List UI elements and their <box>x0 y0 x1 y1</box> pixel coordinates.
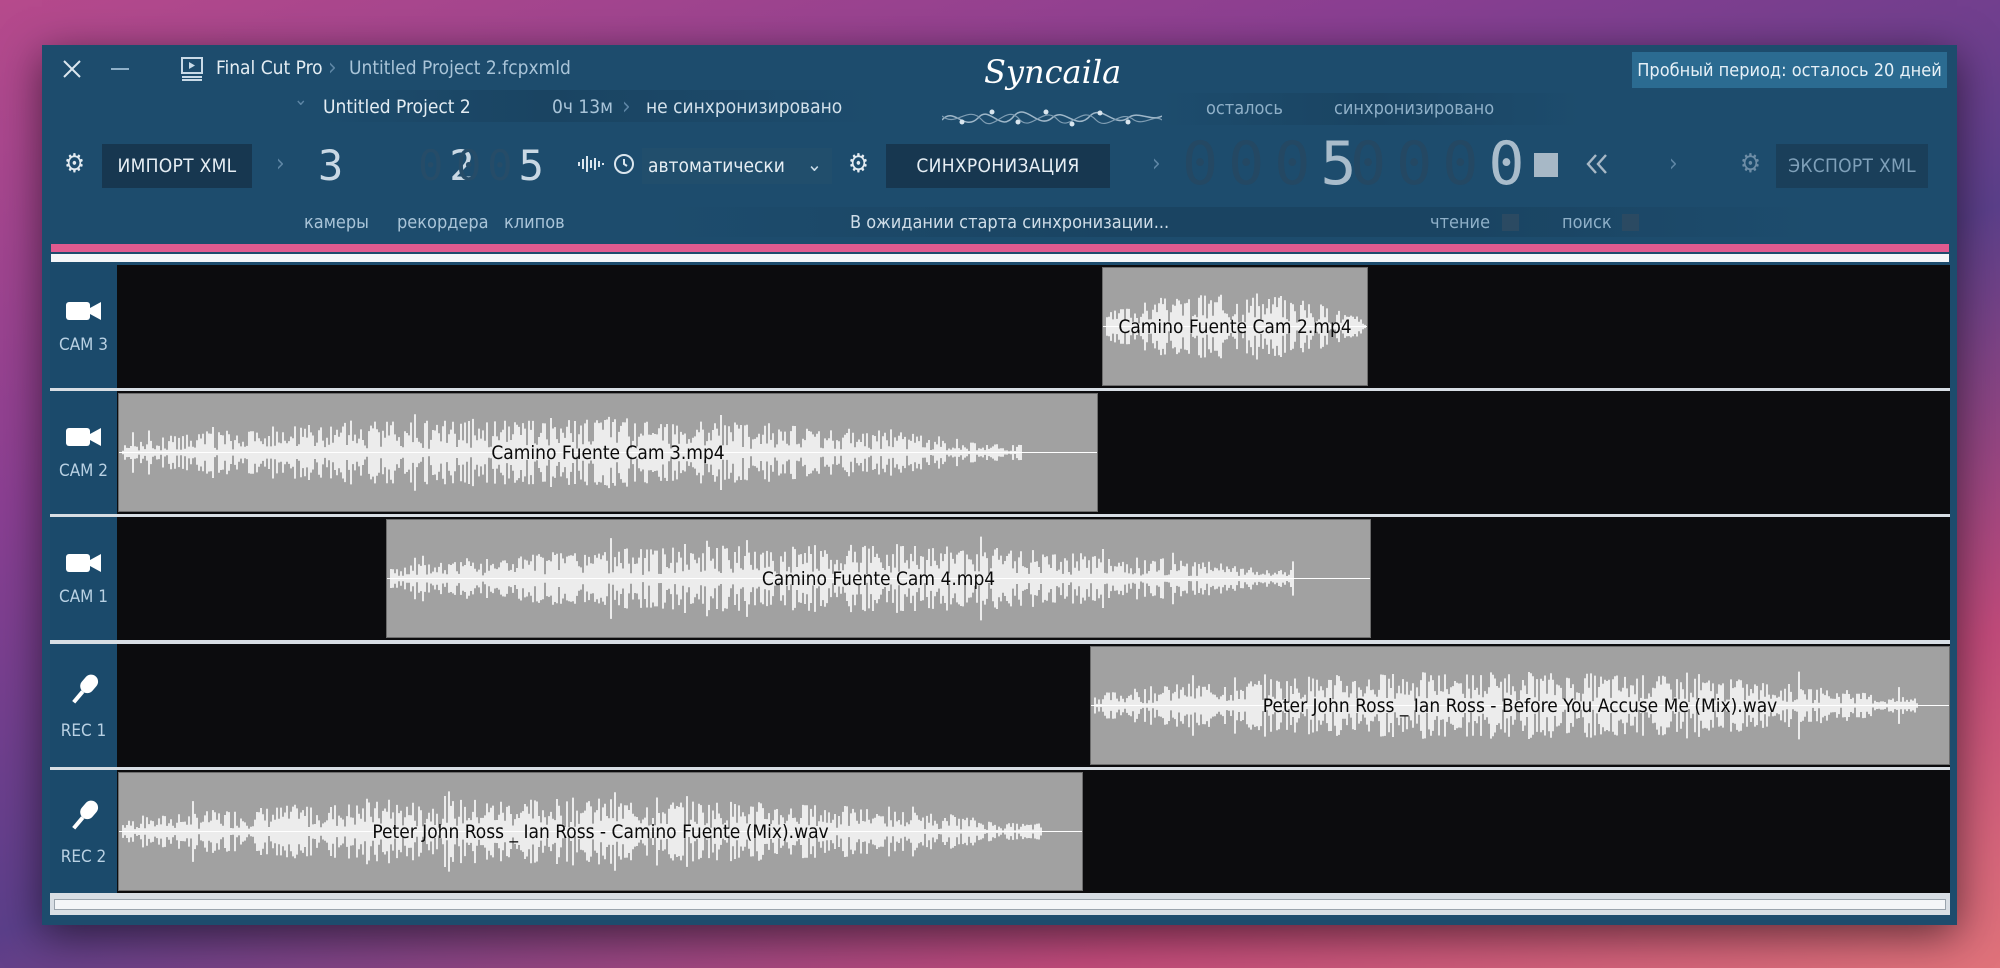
cameras-counter: 3 <box>318 141 349 190</box>
track-header-cam-2[interactable]: CAM 2 <box>50 391 117 514</box>
clip[interactable]: Camino Fuente Cam 3.mp4 <box>118 393 1098 512</box>
seek-toggle-checkbox[interactable] <box>1622 214 1639 231</box>
synced-ghost: 000 <box>1350 129 1489 199</box>
project-status: не синхронизировано <box>646 96 843 118</box>
chevron-down-icon: ⌄ <box>806 152 822 176</box>
clips-value: 5 <box>518 141 550 190</box>
rewind-icon[interactable] <box>1582 149 1612 179</box>
project-name[interactable]: Untitled Project 2 <box>323 96 471 118</box>
camera-icon <box>65 550 103 587</box>
track-cam-1: CAM 1 Camino Fuente Cam 4.mp4 <box>50 517 1950 640</box>
breadcrumb-file[interactable]: Untitled Project 2.fcpxmld <box>349 57 571 79</box>
stop-icon[interactable] <box>1534 153 1558 177</box>
timer-icon[interactable] <box>612 151 636 175</box>
sync-chevron-icon: › <box>1152 149 1161 177</box>
breadcrumb-app[interactable]: Final Cut Pro <box>216 57 323 79</box>
clip[interactable]: Peter John Ross _ Ian Ross - Before You … <box>1090 646 1950 765</box>
export-xml-button[interactable]: ЭКСПОРТ XML <box>1776 144 1928 188</box>
clip-name: Camino Fuente Cam 3.mp4 <box>491 441 725 464</box>
track-header-cam-1[interactable]: CAM 1 <box>50 517 117 640</box>
waveform-mode-icon[interactable] <box>576 153 606 175</box>
microphone-icon <box>64 670 104 721</box>
syncaila-logo: Syncaila <box>942 45 1162 140</box>
mode-select-value: автоматически <box>648 155 785 177</box>
track-label: CAM 1 <box>59 587 108 607</box>
track-header-cam-3[interactable]: CAM 3 <box>50 265 117 388</box>
project-chevron-down-icon[interactable]: ⌄ <box>294 89 308 110</box>
track-rec-1: REC 1 Peter John Ross _ Ian Ross - Before… <box>50 644 1950 767</box>
project-separator-icon: › <box>622 92 631 120</box>
clip-name: Camino Fuente Cam 2.mp4 <box>1118 315 1352 338</box>
sync-settings-gear-icon[interactable]: ⚙ <box>848 149 869 179</box>
cameras-label: камеры <box>304 212 369 233</box>
import-settings-gear-icon[interactable]: ⚙ <box>64 149 85 179</box>
cameras-value: 3 <box>318 141 350 190</box>
read-toggle-checkbox[interactable] <box>1502 214 1519 231</box>
synced-counter: 0000 <box>1350 129 1535 199</box>
clip-name: Camino Fuente Cam 4.mp4 <box>761 567 996 590</box>
camera-icon <box>65 298 103 335</box>
trial-badge[interactable]: Пробный период: осталось 20 дней <box>1632 52 1947 88</box>
track-label: REC 2 <box>60 847 107 867</box>
timeline-scrollbar-bottom[interactable] <box>54 899 1946 910</box>
syncaila-window: Final Cut Pro › Untitled Project 2.fcpxm… <box>42 45 1957 925</box>
clip[interactable]: Camino Fuente Cam 4.mp4 <box>386 519 1371 638</box>
export-settings-gear-icon[interactable]: ⚙ <box>1740 149 1761 179</box>
timeline-scrollbar-top[interactable] <box>51 254 1949 262</box>
remaining-header: осталось <box>1206 98 1283 119</box>
recorders-label: рекордера <box>397 212 489 233</box>
track-header-rec-1[interactable]: REC 1 <box>50 644 117 767</box>
camera-icon <box>65 424 103 461</box>
clips-ghost: 00 <box>456 141 519 190</box>
final-cut-icon <box>180 56 204 82</box>
track-label: CAM 2 <box>59 461 108 481</box>
track-rec-2: REC 2 Peter John Ross _ Ian Ross - Camino… <box>50 770 1950 893</box>
status-text: В ожидании старта синхронизации... <box>850 212 1170 233</box>
logo-text: Syncaila <box>984 53 1122 91</box>
window-bottom-bar <box>42 915 1957 925</box>
trial-label: Пробный период: осталось 20 дней <box>1637 59 1942 81</box>
clip-name: Peter John Ross _ Ian Ross - Camino Fuen… <box>372 820 829 843</box>
read-toggle-label: чтение <box>1430 212 1491 233</box>
track-label: REC 1 <box>60 721 107 741</box>
import-xml-button[interactable]: ИМПОРТ XML <box>102 144 252 188</box>
track-label: CAM 3 <box>59 335 108 355</box>
clips-counter: 005 <box>456 141 550 190</box>
export-chevron-icon: › <box>1669 149 1678 177</box>
clip-name: Peter John Ross _ Ian Ross - Before You … <box>1262 694 1778 717</box>
close-icon[interactable] <box>60 57 84 81</box>
synced-value: 0 <box>1488 129 1535 199</box>
breadcrumb-separator-icon: › <box>328 53 337 81</box>
timeline: CAM 3 Camino Fuente Cam 2.mp4 CAM 2 Camino… <box>50 265 1950 920</box>
status-bar <box>662 207 1812 237</box>
sync-progress-bar <box>51 244 1949 252</box>
project-duration: 0ч 13м <box>552 96 614 118</box>
clip[interactable]: Camino Fuente Cam 2.mp4 <box>1102 267 1368 386</box>
mode-select[interactable]: автоматически ⌄ <box>642 148 832 184</box>
remaining-ghost: 000 <box>1182 129 1321 199</box>
synced-header: синхронизировано <box>1334 98 1495 119</box>
track-cam-2: CAM 2 Camino Fuente Cam 3.mp4 <box>50 391 1950 514</box>
track-cam-3: CAM 3 Camino Fuente Cam 2.mp4 <box>50 265 1950 388</box>
recorders-ghost: 0 <box>418 141 450 190</box>
track-header-rec-2[interactable]: REC 2 <box>50 770 117 893</box>
seek-toggle-label: поиск <box>1562 212 1612 233</box>
microphone-icon <box>64 796 104 847</box>
clips-label: клипов <box>504 212 565 233</box>
sync-button[interactable]: СИНХРОНИЗАЦИЯ <box>886 144 1110 188</box>
import-chevron-icon: › <box>276 149 285 177</box>
minimize-icon[interactable] <box>108 57 132 81</box>
remaining-counter: 0005 <box>1182 129 1367 199</box>
clip[interactable]: Peter John Ross _ Ian Ross - Camino Fuen… <box>118 772 1083 891</box>
